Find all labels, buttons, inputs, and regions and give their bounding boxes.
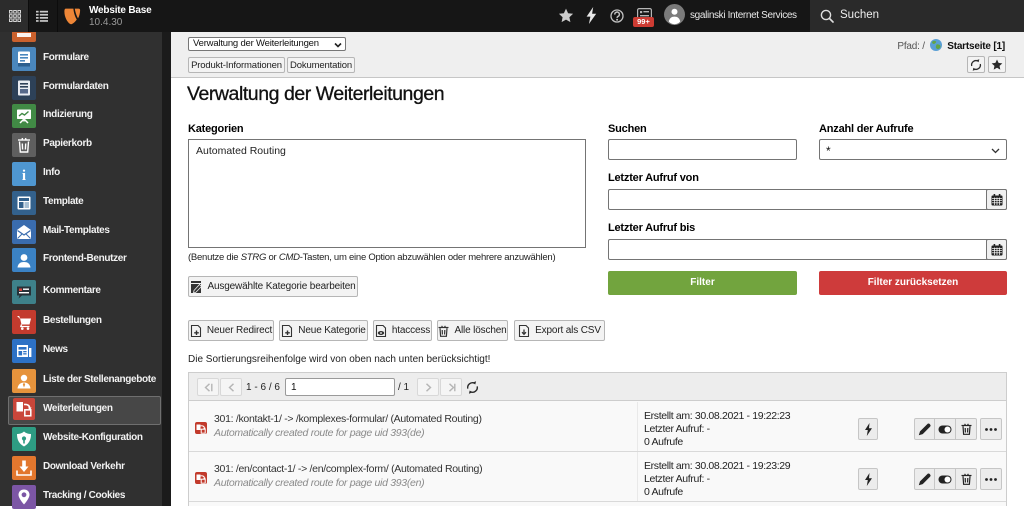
svg-text:i: i [22,168,26,184]
